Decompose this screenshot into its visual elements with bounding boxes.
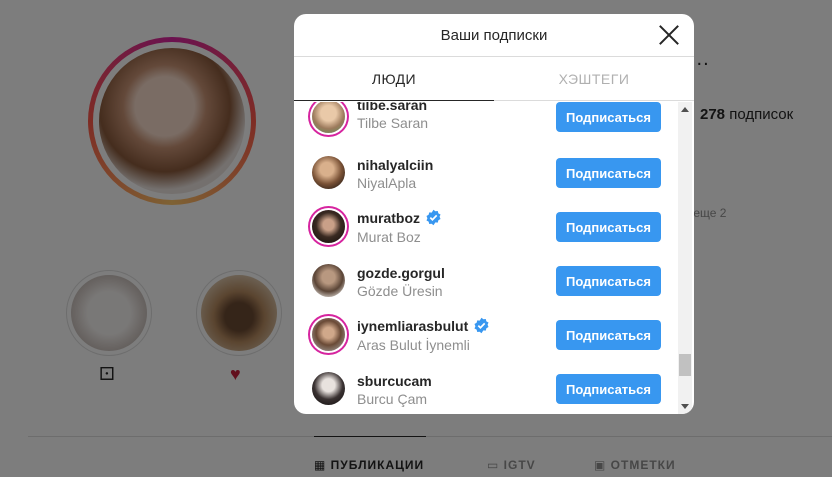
tab-people[interactable]: ЛЮДИ (294, 57, 494, 101)
list-item[interactable]: sburcucam Burcu Çam Подписаться (294, 360, 678, 414)
verified-badge-icon (474, 317, 489, 334)
avatar[interactable] (312, 264, 345, 297)
following-dialog: Ваши подписки ЛЮДИ ХЭШТЕГИ tilbe.saran T… (294, 14, 694, 414)
full-name: Murat Boz (357, 229, 421, 245)
list-item[interactable]: tilbe.saran Tilbe Saran Подписаться (294, 102, 678, 144)
follow-button[interactable]: Подписаться (556, 102, 661, 132)
follow-button[interactable]: Подписаться (556, 266, 661, 296)
list-item[interactable]: muratboz Murat Boz Подписаться (294, 198, 678, 252)
list-item[interactable]: nihalyalciin NiyalApla Подписаться (294, 144, 678, 198)
list-item[interactable]: iynemliarasbulut Aras Bulut İynemli Подп… (294, 306, 678, 360)
full-name: Gözde Üresin (357, 283, 443, 299)
avatar[interactable] (312, 156, 345, 189)
list-scrollbar[interactable] (678, 102, 692, 414)
dialog-title: Ваши подписки (440, 26, 548, 44)
close-icon[interactable] (658, 24, 680, 46)
scroll-up-arrow-icon[interactable] (681, 107, 689, 112)
full-name: Burcu Çam (357, 391, 428, 407)
verified-badge-icon (426, 209, 441, 226)
username[interactable]: tilbe.saran (357, 102, 427, 113)
username[interactable]: nihalyalciin (357, 157, 433, 173)
following-list[interactable]: tilbe.saran Tilbe Saran Подписаться niha… (294, 102, 694, 414)
username[interactable]: muratboz (357, 209, 442, 226)
avatar[interactable] (312, 372, 345, 405)
full-name: Tilbe Saran (357, 115, 429, 131)
follow-button[interactable]: Подписаться (556, 320, 661, 350)
tab-hashtags[interactable]: ХЭШТЕГИ (494, 57, 694, 100)
avatar[interactable] (312, 102, 345, 133)
full-name: Aras Bulut İynemli (357, 337, 470, 353)
follow-button[interactable]: Подписаться (556, 374, 661, 404)
avatar[interactable] (312, 318, 345, 351)
follow-button[interactable]: Подписаться (556, 212, 661, 242)
full-name: NiyalApla (357, 175, 417, 191)
username[interactable]: iynemliarasbulut (357, 317, 490, 334)
username[interactable]: gozde.gorgul (357, 265, 445, 281)
dialog-tabs: ЛЮДИ ХЭШТЕГИ (294, 57, 694, 101)
list-item[interactable]: gozde.gorgul Gözde Üresin Подписаться (294, 252, 678, 306)
scroll-down-arrow-icon[interactable] (681, 404, 689, 409)
username[interactable]: sburcucam (357, 373, 432, 389)
follow-button[interactable]: Подписаться (556, 158, 661, 188)
dialog-header: Ваши подписки (294, 14, 694, 57)
scrollbar-thumb[interactable] (679, 354, 691, 376)
avatar[interactable] (312, 210, 345, 243)
